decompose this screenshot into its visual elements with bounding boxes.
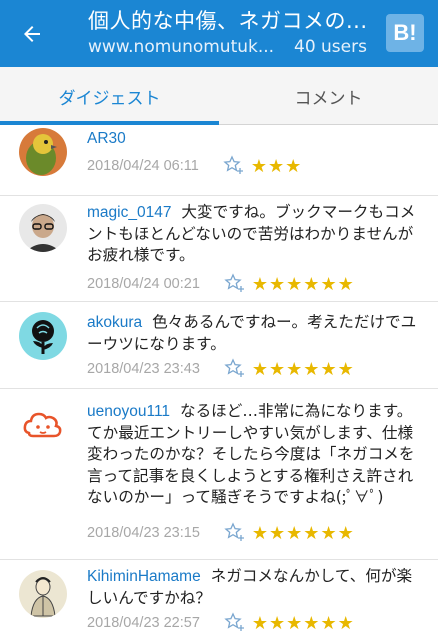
back-button[interactable] bbox=[14, 16, 50, 52]
comment-meta: 2018/04/23 23:43 ★★★★★★ bbox=[87, 357, 355, 381]
ukiyoe-avatar-icon bbox=[19, 570, 67, 618]
comment-date: 2018/04/24 06:11 bbox=[87, 158, 199, 174]
page-url: www.nomunomutuk... bbox=[88, 37, 275, 57]
rose-avatar-icon bbox=[19, 312, 67, 360]
bird-avatar-icon bbox=[19, 128, 67, 176]
tab-comments[interactable]: コメント bbox=[219, 67, 438, 125]
list-item: magic_0147 大変ですね。ブックマークもコメントもほとんどないので苦労は… bbox=[0, 196, 438, 304]
username[interactable]: uenoyou111 bbox=[87, 403, 170, 420]
comment-body: akokura 色々あるんですねー。考えただけでユーウツになります。 bbox=[87, 312, 417, 355]
add-star-icon bbox=[224, 612, 244, 631]
list-item: akokura 色々あるんですねー。考えただけでユーウツになります。 2018/… bbox=[0, 302, 438, 388]
list-item: KihiminHamame ネガコメなんかして、何が楽しいんですかね？ 2018… bbox=[0, 560, 438, 640]
comment-meta: 2018/04/24 00:21 ★★★★★★ bbox=[87, 272, 355, 296]
comment-date: 2018/04/23 22:57 bbox=[87, 615, 200, 631]
users-count: 40 users bbox=[294, 37, 367, 57]
comment-meta: 2018/04/24 06:11 ★★★ bbox=[87, 154, 302, 178]
list-item: AR30 2018/04/24 06:11 ★★★ bbox=[0, 126, 438, 196]
list-item: uenoyou111 なるほど…非常に為になります。てか最近エントリーしやすい気… bbox=[0, 389, 438, 561]
tab-digest[interactable]: ダイジェスト bbox=[0, 67, 219, 125]
avatar[interactable] bbox=[19, 204, 67, 252]
arrow-left-icon bbox=[24, 26, 40, 42]
comment-meta: 2018/04/23 22:57 ★★★★★★ bbox=[87, 611, 355, 635]
star-rating[interactable]: ★★★ bbox=[251, 156, 302, 177]
add-star-button[interactable] bbox=[224, 358, 246, 380]
star-rating[interactable]: ★★★★★★ bbox=[252, 359, 355, 380]
comment-meta: 2018/04/23 23:15 ★★★★★★ bbox=[87, 521, 355, 545]
username[interactable]: AR30 bbox=[87, 130, 126, 147]
comment-body: KihiminHamame ネガコメなんかして、何が楽しいんですかね？ bbox=[87, 566, 417, 609]
star-rating[interactable]: ★★★★★★ bbox=[252, 613, 355, 634]
tab-indicator bbox=[0, 121, 219, 125]
page-title: 個人的な中傷、ネガコメの... bbox=[88, 9, 368, 33]
comment-date: 2018/04/23 23:43 bbox=[87, 361, 200, 377]
comment-body: AR30 bbox=[87, 128, 417, 150]
add-star-button[interactable] bbox=[224, 273, 246, 295]
cloud-face-avatar-icon bbox=[19, 403, 67, 451]
username[interactable]: magic_0147 bbox=[87, 204, 171, 221]
add-star-icon bbox=[224, 358, 244, 377]
add-star-button[interactable] bbox=[223, 155, 245, 177]
comment-date: 2018/04/23 23:15 bbox=[87, 525, 200, 541]
add-star-icon bbox=[224, 522, 244, 541]
hatena-bookmark-button[interactable]: B! bbox=[386, 14, 424, 52]
avatar[interactable] bbox=[19, 312, 67, 360]
person-avatar-icon bbox=[19, 204, 67, 252]
comment-date: 2018/04/24 00:21 bbox=[87, 276, 200, 292]
comment-body: magic_0147 大変ですね。ブックマークもコメントもほとんどないので苦労は… bbox=[87, 202, 417, 267]
username[interactable]: akokura bbox=[87, 314, 142, 331]
app-bar: 個人的な中傷、ネガコメの... www.nomunomutuk... 40 us… bbox=[0, 0, 438, 67]
avatar[interactable] bbox=[19, 403, 67, 451]
add-star-icon bbox=[223, 155, 243, 174]
star-rating[interactable]: ★★★★★★ bbox=[252, 274, 355, 295]
comment-body: uenoyou111 なるほど…非常に為になります。てか最近エントリーしやすい気… bbox=[87, 401, 417, 509]
add-star-button[interactable] bbox=[224, 612, 246, 634]
avatar[interactable] bbox=[19, 128, 67, 176]
comment-list[interactable]: AR30 2018/04/24 06:11 ★★★ magic_0147 大変で… bbox=[0, 126, 438, 640]
add-star-button[interactable] bbox=[224, 522, 246, 544]
avatar[interactable] bbox=[19, 570, 67, 618]
page-subtitle: www.nomunomutuk... 40 users bbox=[88, 37, 378, 57]
username[interactable]: KihiminHamame bbox=[87, 568, 201, 585]
add-star-icon bbox=[224, 273, 244, 292]
star-rating[interactable]: ★★★★★★ bbox=[252, 523, 355, 544]
tab-bar: ダイジェスト コメント bbox=[0, 67, 438, 125]
